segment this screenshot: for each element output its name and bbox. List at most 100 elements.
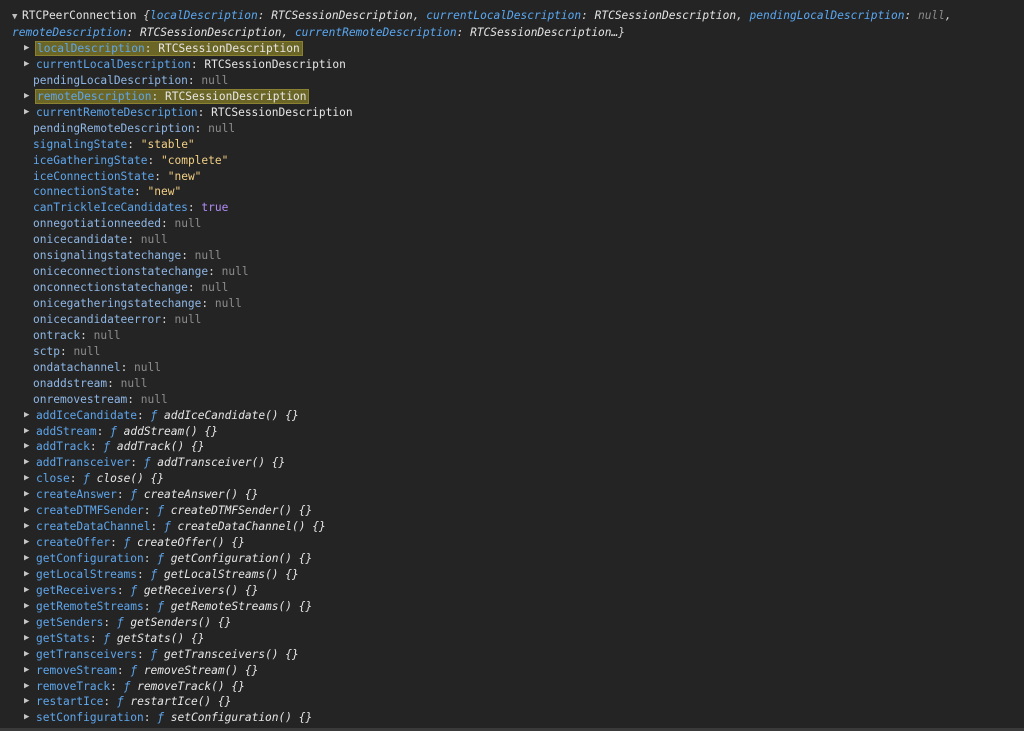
property-content: onnegotiationneeded: null — [33, 216, 201, 232]
property-row[interactable]: ▶ createAnswer: ƒ createAnswer() {} — [0, 487, 1024, 503]
property-value: null — [73, 344, 101, 358]
collapsed-triangle-icon[interactable]: ▶ — [24, 57, 34, 73]
property-content: pendingRemoteDescription: null — [33, 121, 235, 137]
property-row[interactable]: ▶ currentLocalDescription: RTCSessionDesc… — [0, 57, 1024, 73]
property-text: signalingState: "stable" — [33, 138, 195, 151]
collapsed-triangle-icon[interactable]: ▶ — [24, 615, 34, 631]
function-icon: ƒ — [116, 615, 124, 629]
property-text: removeTrack: ƒ removeTrack() {} — [36, 680, 245, 693]
property-key: createDataChannel — [36, 520, 151, 534]
property-row[interactable]: ▶ localDescription: RTCSessionDescription — [0, 41, 1024, 57]
property-text: connectionState: "new" — [33, 185, 181, 198]
colon: : — [116, 488, 131, 502]
collapsed-triangle-icon[interactable]: ▶ — [24, 694, 34, 710]
collapsed-triangle-icon[interactable]: ▶ — [24, 519, 34, 535]
collapsed-triangle-icon[interactable]: ▶ — [24, 455, 34, 471]
collapsed-triangle-icon[interactable]: ▶ — [24, 710, 34, 726]
property-row[interactable]: ▶ currentRemoteDescription: RTCSessionDes… — [0, 105, 1024, 121]
collapsed-triangle-icon[interactable]: ▶ — [24, 679, 34, 695]
property-key: currentRemoteDescription — [36, 105, 198, 119]
property-row[interactable]: ▶ restartIce: ƒ restartIce() {} — [0, 694, 1024, 710]
property-value: true — [201, 201, 229, 215]
property-row[interactable]: ▶ getStats: ƒ getStats() {} — [0, 631, 1024, 647]
collapsed-triangle-icon[interactable]: ▶ — [24, 89, 34, 105]
property-value: getRemoteStreams() {} — [170, 599, 313, 613]
property-key: onicegatheringstatechange — [33, 297, 202, 310]
property-row[interactable]: ▶ removeStream: ƒ removeStream() {} — [0, 663, 1024, 679]
property-text: onconnectionstatechange: null — [33, 281, 228, 294]
collapsed-triangle-icon[interactable]: ▶ — [24, 424, 34, 440]
collapsed-triangle-icon[interactable]: ▶ — [24, 567, 34, 583]
object-header[interactable]: ▼ RTCPeerConnection {localDescription: RT… — [12, 8, 1020, 41]
collapsed-triangle-icon[interactable]: ▶ — [24, 599, 34, 615]
collapsed-triangle-icon[interactable]: ▶ — [24, 647, 34, 663]
collapsed-triangle-icon[interactable]: ▶ — [24, 41, 34, 57]
collapsed-triangle-icon[interactable]: ▶ — [24, 551, 34, 567]
colon: : — [144, 42, 159, 55]
property-key: removeTrack — [36, 679, 111, 693]
comma: , — [736, 9, 750, 22]
collapsed-triangle-icon[interactable]: ▶ — [24, 663, 34, 679]
property-text: pendingLocalDescription: null — [33, 74, 228, 87]
property-row[interactable]: ▶ removeTrack: ƒ removeTrack() {} — [0, 679, 1024, 695]
property-row[interactable]: ▶ getTransceivers: ƒ getTransceivers() {} — [0, 647, 1024, 663]
property-content: iceConnectionState: "new" — [33, 169, 201, 185]
property-content: onicecandidate: null — [33, 232, 168, 248]
collapsed-triangle-icon[interactable]: ▶ — [24, 408, 34, 424]
property-content: removeStream: ƒ removeStream() {} — [36, 663, 258, 679]
property-content: close: ƒ close() {} — [36, 471, 164, 487]
property-key: iceConnectionState — [33, 169, 155, 183]
property-key: localDescription — [37, 42, 145, 55]
property-row[interactable]: ▶ remoteDescription: RTCSessionDescriptio… — [0, 88, 1024, 105]
property-row: signalingState: "stable" — [0, 137, 1024, 153]
property-row[interactable]: ▶ addTransceiver: ƒ addTransceiver() {} — [0, 455, 1024, 471]
property-value: createAnswer() {} — [143, 488, 259, 502]
property-value: addStream() {} — [123, 424, 218, 438]
property-row[interactable]: ▶ createDataChannel: ƒ createDataChannel(… — [0, 519, 1024, 535]
property-content: addTrack: ƒ addTrack() {} — [36, 439, 204, 455]
preview-value: RTCSessionDescription — [594, 9, 737, 22]
property-key: getConfiguration — [36, 552, 144, 565]
property-row[interactable]: ▶ getLocalStreams: ƒ getLocalStreams() {} — [0, 567, 1024, 583]
collapsed-triangle-icon[interactable]: ▶ — [24, 503, 34, 519]
property-key: ondatachannel — [33, 360, 121, 374]
property-row[interactable]: ▶ getReceivers: ƒ getReceivers() {} — [0, 583, 1024, 599]
property-content: onicegatheringstatechange: null — [33, 296, 242, 312]
property-row[interactable]: ▶ addStream: ƒ addStream() {} — [0, 424, 1024, 440]
brace-close: } — [618, 26, 626, 39]
property-row[interactable]: ▶ getConfiguration: ƒ getConfiguration() … — [0, 551, 1024, 567]
property-row[interactable]: ▶ addTrack: ƒ addTrack() {} — [0, 439, 1024, 455]
property-row[interactable]: ▶ getSenders: ƒ getSenders() {} — [0, 615, 1024, 631]
colon: : — [194, 121, 209, 135]
property-content: removeTrack: ƒ removeTrack() {} — [36, 679, 245, 695]
colon: : — [103, 615, 117, 629]
property-text: getSenders: ƒ getSenders() {} — [36, 616, 231, 629]
property-content: createDataChannel: ƒ createDataChannel()… — [36, 519, 326, 535]
collapsed-triangle-icon[interactable]: ▶ — [24, 439, 34, 455]
expanded-triangle-icon[interactable]: ▼ — [12, 9, 22, 25]
property-key: addTransceiver — [36, 456, 131, 470]
property-content: connectionState: "new" — [33, 184, 181, 200]
property-row: onsignalingstatechange: null — [0, 248, 1024, 264]
property-content: signalingState: "stable" — [33, 137, 195, 153]
property-row[interactable]: ▶ createDTMFSender: ƒ createDTMFSender() … — [0, 503, 1024, 519]
collapsed-triangle-icon[interactable]: ▶ — [24, 105, 34, 121]
property-row[interactable]: ▶ createOffer: ƒ createOffer() {} — [0, 535, 1024, 551]
colon: : — [89, 440, 104, 454]
property-row[interactable]: ▶ close: ƒ close() {} — [0, 471, 1024, 487]
property-row[interactable]: ▶ getRemoteStreams: ƒ getRemoteStreams() … — [0, 599, 1024, 615]
collapsed-triangle-icon[interactable]: ▶ — [24, 535, 34, 551]
property-row: onicecandidateerror: null — [0, 312, 1024, 328]
collapsed-triangle-icon[interactable]: ▶ — [24, 583, 34, 599]
property-text: getReceivers: ƒ getReceivers() {} — [36, 584, 258, 597]
property-row: onaddstream: null — [0, 376, 1024, 392]
property-value: getReceivers() {} — [143, 583, 259, 597]
property-row[interactable]: ▶ addIceCandidate: ƒ addIceCandidate() {} — [0, 408, 1024, 424]
collapsed-triangle-icon[interactable]: ▶ — [24, 471, 34, 487]
property-key: onconnectionstatechange — [33, 281, 188, 295]
collapsed-triangle-icon[interactable]: ▶ — [24, 631, 34, 647]
property-key: getRemoteStreams — [36, 599, 144, 613]
property-value: null — [174, 217, 202, 231]
property-row[interactable]: ▶ setConfiguration: ƒ setConfiguration() … — [0, 710, 1024, 726]
collapsed-triangle-icon[interactable]: ▶ — [24, 487, 34, 503]
